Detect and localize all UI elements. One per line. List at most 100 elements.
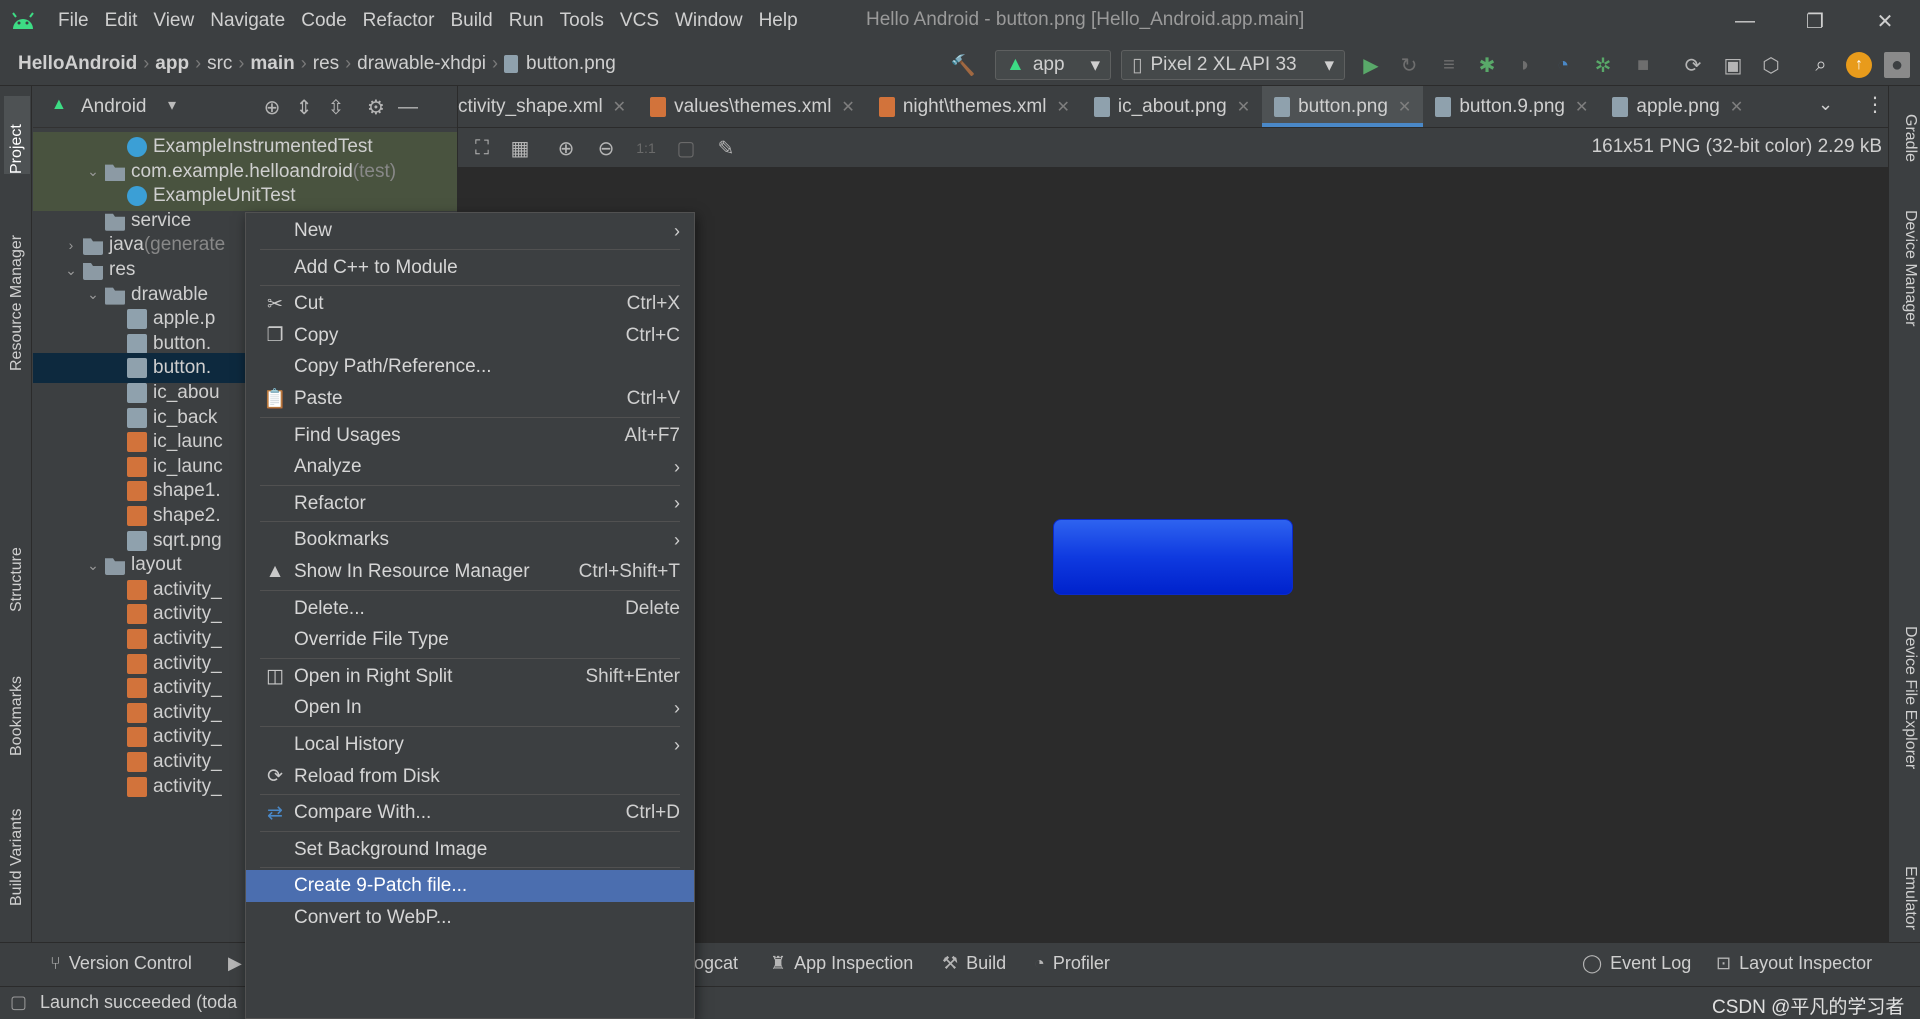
close-tab-icon[interactable]: ✕ bbox=[613, 97, 626, 117]
editor-tab[interactable]: night\themes.xml ✕ bbox=[867, 86, 1082, 127]
tree-toggle-icon[interactable]: ⌄ bbox=[85, 163, 101, 180]
context-menu-item[interactable]: ✂ Cut Ctrl+X bbox=[246, 288, 694, 320]
fit-zoom-icon[interactable]: ▢ bbox=[674, 136, 698, 160]
profile-icon[interactable]: ◔ bbox=[1550, 52, 1576, 78]
tool-tab-structure[interactable]: Structure bbox=[4, 522, 30, 612]
expand-all-icon[interactable]: ⇕ bbox=[291, 94, 317, 120]
grid-icon[interactable]: ▦ bbox=[508, 136, 532, 160]
tool-tab-resource-manager[interactable]: Resource Manager bbox=[4, 211, 30, 371]
context-menu-item[interactable]: Find Usages Alt+F7 bbox=[246, 420, 694, 452]
sdk-manager-icon[interactable]: ⬡ bbox=[1758, 52, 1784, 78]
make-project-icon[interactable]: 🔨 bbox=[950, 52, 976, 78]
chevron-down-icon[interactable]: ⌄ bbox=[1818, 94, 1833, 115]
close-window-icon[interactable]: ✕ bbox=[1850, 0, 1920, 42]
context-menu-item[interactable]: ◫ Open in Right Split Shift+Enter bbox=[246, 661, 694, 693]
fit-to-window-icon[interactable]: ⛶ bbox=[470, 136, 494, 160]
context-menu-item[interactable]: Create 9-Patch file... bbox=[246, 870, 694, 903]
menu-refactor[interactable]: Refactor bbox=[355, 10, 443, 32]
breadcrumb-item[interactable]: drawable-xhdpi bbox=[351, 53, 492, 75]
tool-tab-build-variants[interactable]: Build Variants bbox=[4, 786, 30, 906]
more-options-icon[interactable]: ⋮ bbox=[1865, 92, 1885, 117]
breadcrumb-item[interactable]: app bbox=[149, 53, 195, 75]
menu-file[interactable]: File bbox=[50, 10, 97, 32]
menu-navigate[interactable]: Navigate bbox=[202, 10, 293, 32]
select-opened-file-icon[interactable]: ⊕ bbox=[259, 94, 285, 120]
context-menu-item[interactable]: ⟳ Reload from Disk bbox=[246, 761, 694, 793]
tool-tab-device-manager[interactable]: Device Manager bbox=[1893, 210, 1919, 380]
tool-event-log[interactable]: ◯ Event Log bbox=[1582, 953, 1691, 974]
menu-view[interactable]: View bbox=[145, 10, 202, 32]
editor-tab[interactable]: ctivity_shape.xml ✕ bbox=[458, 86, 638, 127]
context-menu-item[interactable]: Delete... Delete bbox=[246, 593, 694, 625]
context-menu-item[interactable]: ❐ Copy Ctrl+C bbox=[246, 320, 694, 352]
menu-tools[interactable]: Tools bbox=[552, 10, 612, 32]
menu-vcs[interactable]: VCS bbox=[612, 10, 667, 32]
search-icon[interactable]: ⌕ bbox=[1808, 52, 1834, 78]
context-menu-item[interactable]: Local History › bbox=[246, 729, 694, 761]
context-menu-item[interactable]: Analyze › bbox=[246, 451, 694, 483]
close-tab-icon[interactable]: ✕ bbox=[841, 97, 854, 117]
gear-icon[interactable]: ⚙ bbox=[363, 94, 389, 120]
context-menu-item[interactable]: ▲ Show In Resource Manager Ctrl+Shift+T bbox=[246, 556, 694, 588]
close-tab-icon[interactable]: ✕ bbox=[1575, 97, 1588, 117]
context-menu-item[interactable]: 📋 Paste Ctrl+V bbox=[246, 383, 694, 415]
editor-tab[interactable]: values\themes.xml ✕ bbox=[638, 86, 867, 127]
coverage-icon[interactable]: ◗ bbox=[1512, 52, 1538, 78]
tool-tab-bookmarks[interactable]: Bookmarks bbox=[4, 646, 30, 756]
zoom-out-icon[interactable]: ⊖ bbox=[594, 136, 618, 160]
menu-edit[interactable]: Edit bbox=[97, 10, 146, 32]
tool-tab-device-file-explorer[interactable]: Device File Explorer bbox=[1893, 626, 1919, 846]
context-menu-item[interactable]: New › bbox=[246, 215, 694, 247]
menu-build[interactable]: Build bbox=[442, 10, 500, 32]
breadcrumb-item[interactable]: res bbox=[307, 53, 345, 75]
collapse-all-icon[interactable]: ⇳ bbox=[323, 94, 349, 120]
editor-tab[interactable]: button.png ✕ bbox=[1262, 86, 1424, 127]
actual-size-icon[interactable]: 1:1 bbox=[634, 136, 658, 160]
device-manager-icon[interactable]: ▣ bbox=[1720, 52, 1746, 78]
menu-window[interactable]: Window bbox=[667, 10, 751, 32]
editor-tab[interactable]: apple.png ✕ bbox=[1600, 86, 1755, 127]
context-menu-item[interactable]: Override File Type bbox=[246, 624, 694, 656]
chevron-down-icon[interactable]: ▾ bbox=[168, 95, 176, 115]
breadcrumb-item[interactable]: main bbox=[244, 53, 300, 75]
context-menu-item[interactable]: Open In › bbox=[246, 692, 694, 724]
tool-tab-project[interactable]: Project bbox=[4, 96, 30, 174]
close-tab-icon[interactable]: ✕ bbox=[1730, 97, 1743, 117]
tree-toggle-icon[interactable]: ⌄ bbox=[85, 286, 101, 303]
menu-help[interactable]: Help bbox=[751, 10, 806, 32]
breadcrumb-item[interactable]: button.png bbox=[498, 53, 622, 75]
restore-icon[interactable]: ❐ bbox=[1780, 0, 1850, 42]
project-view-select[interactable]: Android bbox=[81, 96, 147, 118]
context-menu-item[interactable]: ⇄ Compare With... Ctrl+D bbox=[246, 797, 694, 829]
close-tab-icon[interactable]: ✕ bbox=[1237, 97, 1250, 117]
apply-code-changes-icon[interactable]: ≡ bbox=[1436, 52, 1462, 78]
tool-logcat[interactable]: ogcat bbox=[694, 953, 738, 974]
device-select[interactable]: ▯ Pixel 2 XL API 33 ▾ bbox=[1121, 50, 1345, 80]
tool-version-control[interactable]: ⑂ Version Control bbox=[50, 953, 192, 974]
apply-changes-icon[interactable]: ↻ bbox=[1396, 52, 1422, 78]
close-tab-icon[interactable]: ✕ bbox=[1056, 97, 1069, 117]
breadcrumb-item[interactable]: HelloAndroid bbox=[12, 53, 143, 75]
breadcrumb-item[interactable]: src bbox=[201, 53, 238, 75]
sync-gradle-icon[interactable]: ⟳ bbox=[1680, 52, 1706, 78]
context-menu-item[interactable]: Copy Path/Reference... bbox=[246, 351, 694, 383]
minimize-icon[interactable]: — bbox=[1710, 0, 1780, 42]
avatar-icon[interactable]: ● bbox=[1884, 52, 1910, 78]
tree-toggle-icon[interactable]: › bbox=[63, 237, 79, 253]
status-window-icon[interactable]: ▢ bbox=[10, 992, 27, 1013]
menu-code[interactable]: Code bbox=[293, 10, 354, 32]
tool-build[interactable]: ⚒ Build bbox=[942, 953, 1006, 974]
editor-tab[interactable]: button.9.png ✕ bbox=[1423, 86, 1600, 127]
tool-app-inspection[interactable]: ♜ App Inspection bbox=[770, 953, 913, 974]
close-tab-icon[interactable]: ✕ bbox=[1398, 97, 1411, 117]
zoom-in-icon[interactable]: ⊕ bbox=[554, 136, 578, 160]
tool-tab-gradle[interactable]: Gradle bbox=[1893, 114, 1919, 194]
attach-debugger-icon[interactable]: ✲ bbox=[1590, 52, 1616, 78]
context-menu-item[interactable]: Set Background Image bbox=[246, 834, 694, 866]
editor-tab[interactable]: ic_about.png ✕ bbox=[1082, 86, 1262, 127]
tree-toggle-icon[interactable]: ⌄ bbox=[63, 262, 79, 279]
update-icon[interactable]: ↑ bbox=[1846, 52, 1872, 78]
tree-toggle-icon[interactable]: ⌄ bbox=[85, 557, 101, 574]
tool-layout-inspector[interactable]: ⊡ Layout Inspector bbox=[1716, 953, 1872, 974]
context-menu-item[interactable]: Bookmarks › bbox=[246, 524, 694, 556]
